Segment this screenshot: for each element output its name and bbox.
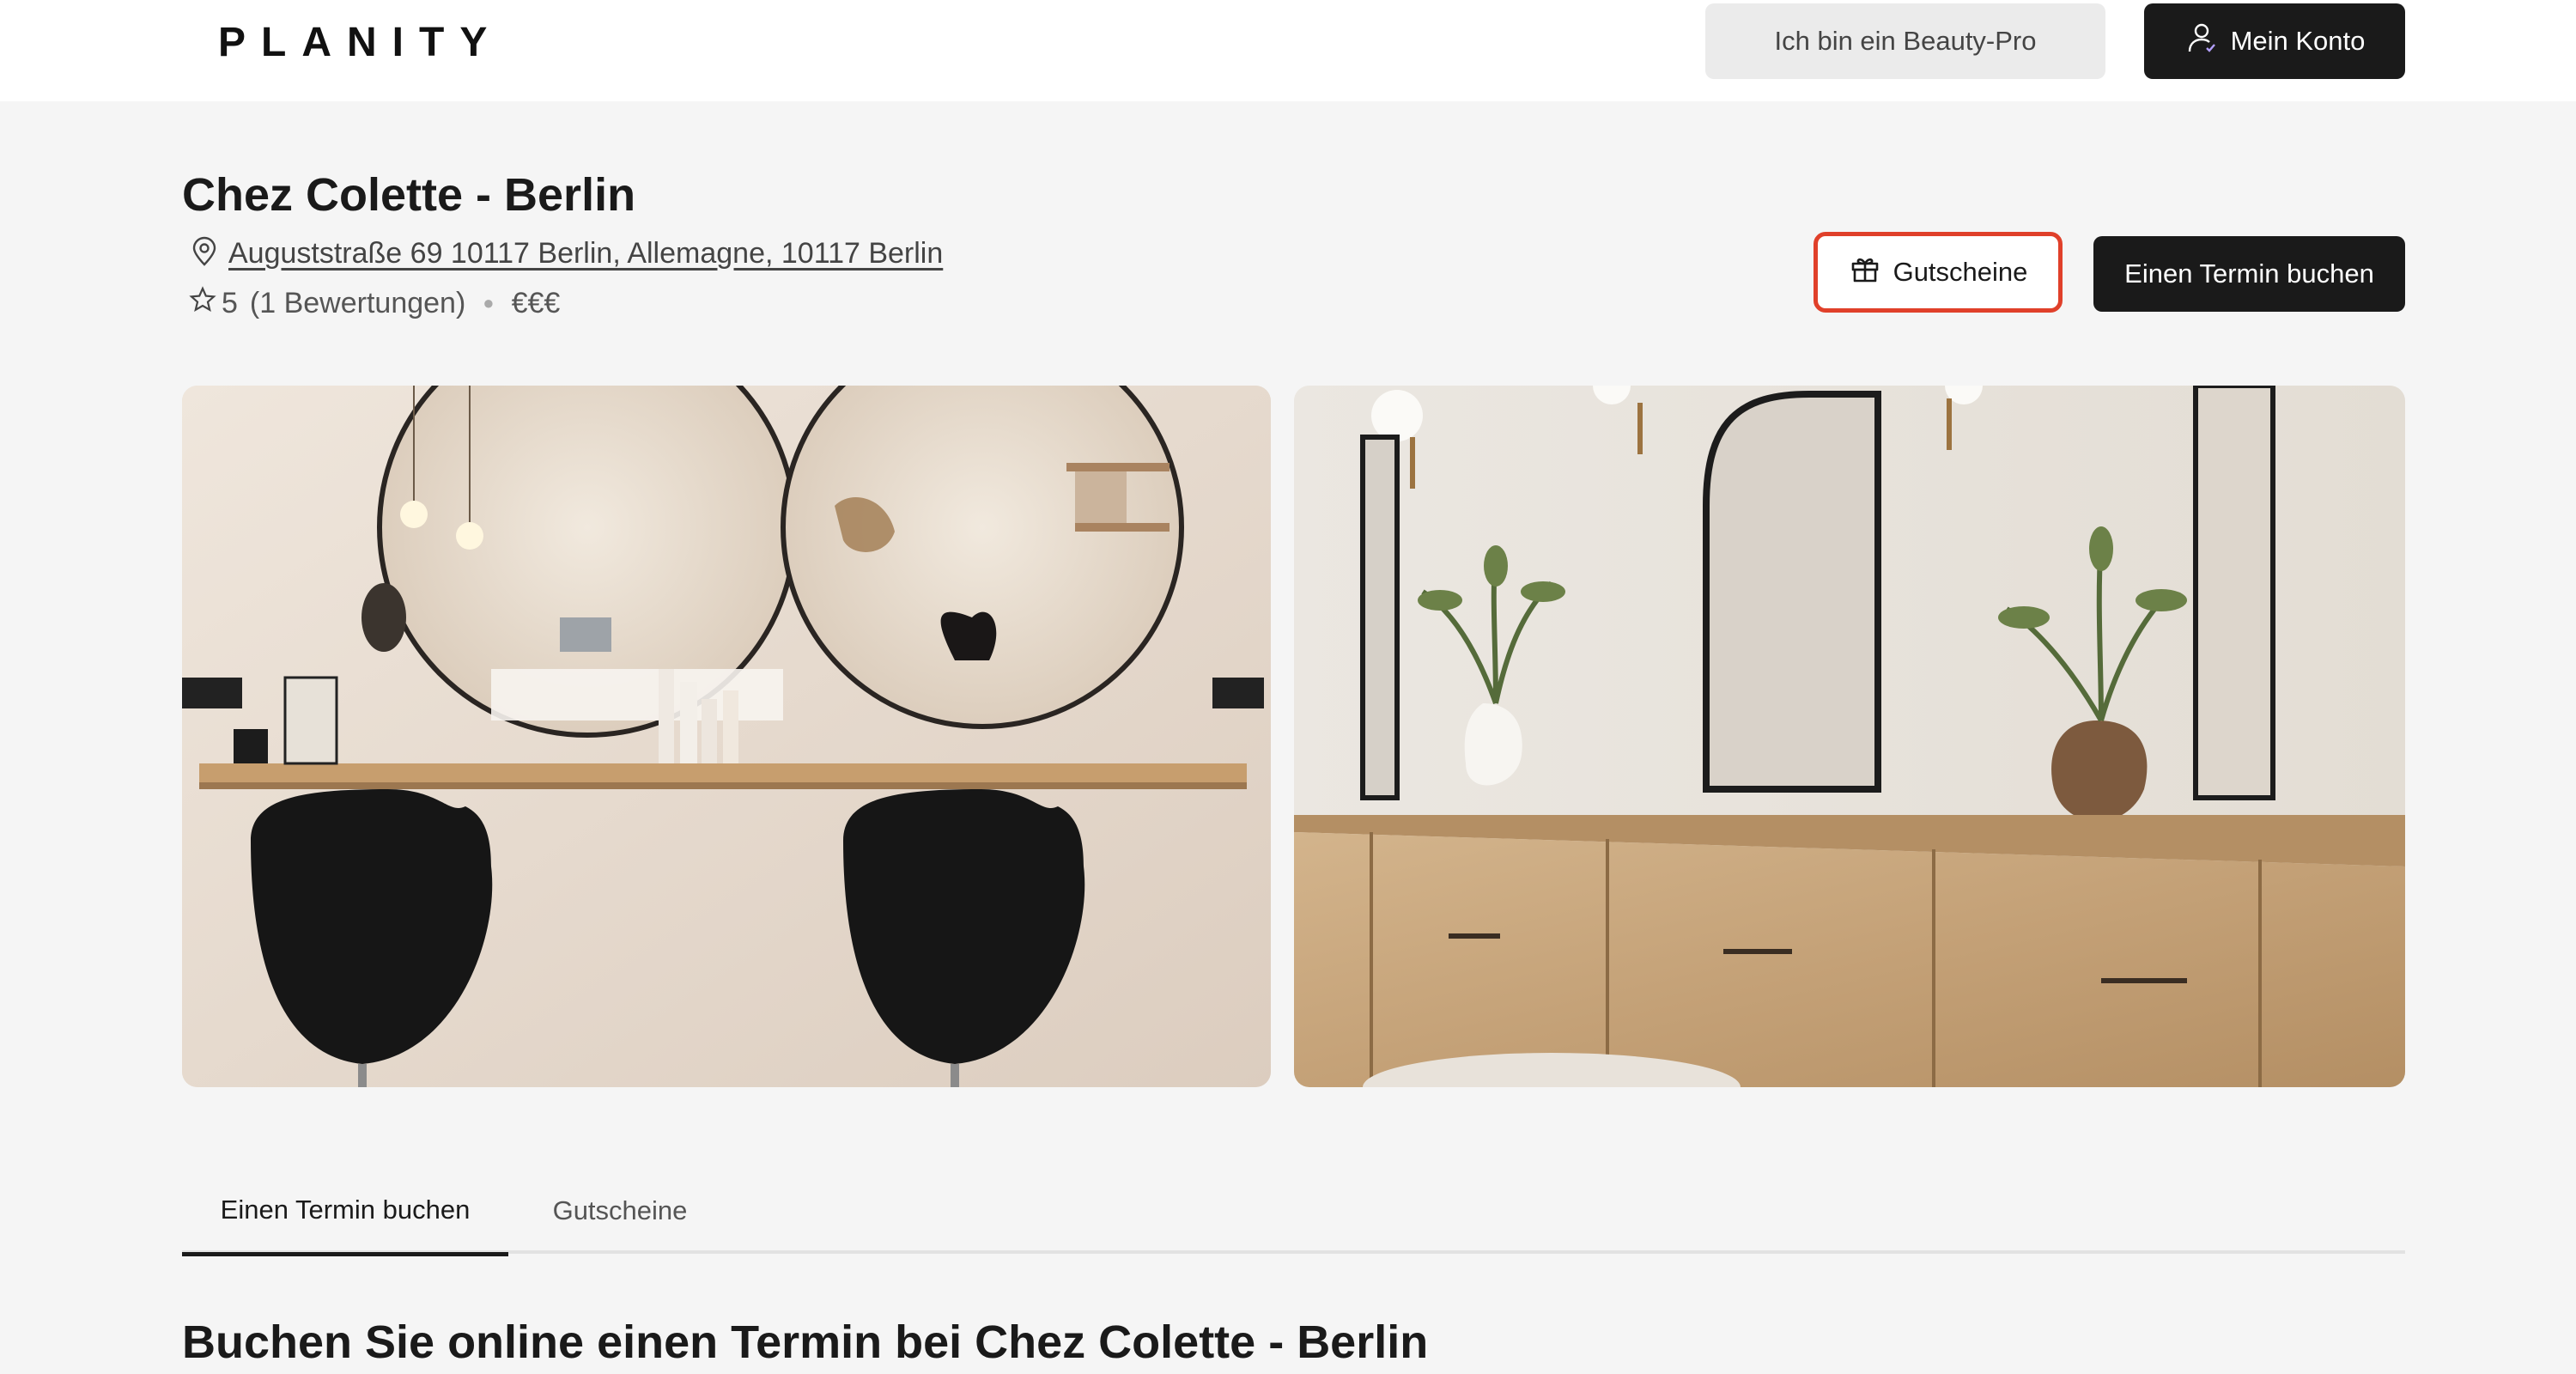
section-title: Buchen Sie online einen Termin bei Chez …	[182, 1316, 1429, 1368]
review-count[interactable]: (1 Bewertungen)	[250, 287, 465, 320]
tab-bar: Einen Termin buchen Gutscheine	[182, 1168, 2405, 1256]
gift-icon	[1849, 252, 1881, 292]
separator-dot: ●	[483, 292, 495, 313]
address-row: Auguststraße 69 10117 Berlin, Allemagne,…	[189, 232, 943, 275]
rating-row: 5 (1 Bewertungen) ● €€€	[189, 283, 560, 323]
gift-cards-button[interactable]: Gutscheine	[1814, 232, 2063, 313]
address-link[interactable]: Auguststraße 69 10117 Berlin, Allemagne,…	[228, 237, 943, 271]
salon-name: Chez Colette - Berlin	[182, 169, 636, 221]
salon-photo-right[interactable]	[1294, 386, 2405, 1087]
salon-photo-left[interactable]	[182, 386, 1271, 1087]
price-level: €€€	[511, 286, 561, 319]
star-icon	[189, 285, 216, 321]
book-appointment-button[interactable]: Einen Termin buchen	[2093, 236, 2405, 312]
tab-gift-cards[interactable]: Gutscheine	[526, 1168, 714, 1254]
top-navigation-bar: PLANITY Ich bin ein Beauty-Pro Mein Kont…	[0, 0, 2576, 101]
my-account-label: Mein Konto	[2230, 26, 2366, 56]
gift-cards-label: Gutscheine	[1893, 257, 2028, 287]
location-pin-icon	[189, 236, 220, 271]
rating-value: 5	[222, 286, 238, 319]
tab-book-appointment[interactable]: Einen Termin buchen	[182, 1168, 508, 1256]
planity-logo[interactable]: PLANITY	[218, 19, 502, 66]
my-account-button[interactable]: Mein Konto	[2144, 3, 2405, 79]
user-icon	[2184, 21, 2219, 62]
beauty-pro-button[interactable]: Ich bin ein Beauty-Pro	[1705, 3, 2105, 79]
